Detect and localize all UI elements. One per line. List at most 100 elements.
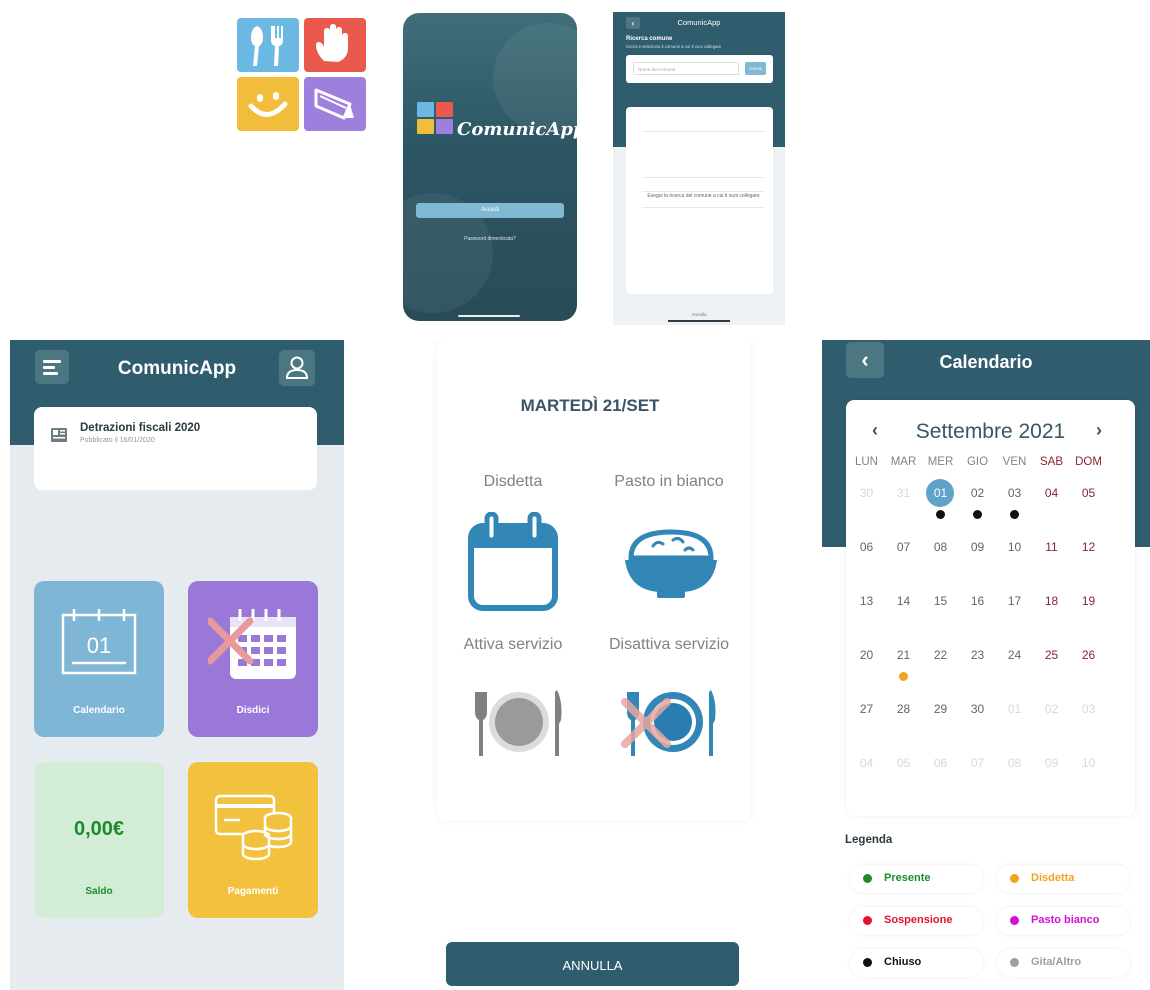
cancel-button[interactable]: ANNULLA xyxy=(446,942,739,986)
cancel-tile[interactable]: Disdici xyxy=(188,581,318,737)
option-label-plain-meal: Pasto in bianco xyxy=(614,473,724,490)
municipality-search-input[interactable]: Nome del comune xyxy=(633,62,739,75)
calendar-day[interactable]: 04 xyxy=(848,756,885,770)
calendar-day[interactable]: 19 xyxy=(1070,594,1107,608)
calendar-day[interactable]: 03 xyxy=(1070,702,1107,716)
month-title: Settembre 2021 xyxy=(915,420,1066,443)
calendar-day[interactable]: 04 xyxy=(1033,486,1070,500)
calendar-day[interactable]: 06 xyxy=(922,756,959,770)
calendar-day[interactable]: 23 xyxy=(959,648,996,662)
plate-icon[interactable] xyxy=(471,686,565,758)
calendar-day[interactable]: 18 xyxy=(1033,594,1070,608)
calendar-day[interactable]: 21 xyxy=(885,648,922,662)
calendar-day[interactable]: 02 xyxy=(1033,702,1070,716)
calendar-day[interactable]: 14 xyxy=(885,594,922,608)
calendar-day[interactable]: 22 xyxy=(922,648,959,662)
calendar-day[interactable]: 11 xyxy=(1033,540,1070,554)
option-label-cancel: Disdetta xyxy=(483,473,543,490)
hand-icon xyxy=(304,18,366,72)
calendar-day[interactable]: 28 xyxy=(885,702,922,716)
calendar-tile[interactable]: 01 Calendario xyxy=(34,581,164,737)
balance-tile-label: Saldo xyxy=(85,886,113,897)
option-label-deactivate: Disattiva servizio xyxy=(608,636,730,653)
calendar-day[interactable]: 08 xyxy=(996,756,1033,770)
calendar-icon[interactable] xyxy=(467,511,559,612)
calendar-day[interactable]: 27 xyxy=(848,702,885,716)
weekday-sab: SAB xyxy=(1039,456,1063,468)
rice-bowl-icon[interactable] xyxy=(623,526,719,600)
calendar-day[interactable]: 05 xyxy=(885,756,922,770)
legend-dot xyxy=(863,958,872,967)
calendar-day[interactable]: 10 xyxy=(996,540,1033,554)
payments-tile-label: Pagamenti xyxy=(227,886,279,897)
calendar-day[interactable]: 05 xyxy=(1070,486,1107,500)
balance-tile[interactable]: 0,00€ Saldo xyxy=(34,762,164,918)
calendar-day[interactable]: 24 xyxy=(996,648,1033,662)
legend-label: Presente xyxy=(884,872,931,884)
payments-tile[interactable]: Pagamenti xyxy=(188,762,318,918)
legend-label: Chiuso xyxy=(884,956,922,968)
screen-title: ComunicApp xyxy=(677,18,721,27)
calendar-day[interactable]: 03 xyxy=(996,486,1033,500)
calendar-day[interactable]: 06 xyxy=(848,540,885,554)
app-logo-small xyxy=(417,102,453,134)
calendar-day[interactable]: 07 xyxy=(959,756,996,770)
calendar-day[interactable]: 01 xyxy=(996,702,1033,716)
user-icon[interactable] xyxy=(279,350,315,386)
forgot-password-link[interactable]: Password dimenticata? xyxy=(403,236,577,242)
legend-item: Chiuso xyxy=(850,949,983,977)
legend-item: Presente xyxy=(850,865,983,893)
brand-title: ComunicApp xyxy=(457,119,577,140)
calendar-day[interactable]: 09 xyxy=(959,540,996,554)
calendar-day[interactable]: 08 xyxy=(922,540,959,554)
legend-dot xyxy=(1010,916,1019,925)
home-indicator xyxy=(668,320,730,322)
calendar-day[interactable]: 02 xyxy=(959,486,996,500)
calendar-day[interactable]: 30 xyxy=(959,702,996,716)
legend-label: Gita/Altro xyxy=(1031,956,1082,968)
calendar-day[interactable]: 16 xyxy=(959,594,996,608)
calendar-day[interactable]: 29 xyxy=(922,702,959,716)
status-dot xyxy=(899,672,908,681)
calendar-day[interactable]: 12 xyxy=(1070,540,1107,554)
calendar-day[interactable]: 15 xyxy=(922,594,959,608)
cancel-link[interactable]: Annulla xyxy=(613,312,785,317)
calendar-day[interactable]: 10 xyxy=(1070,756,1107,770)
calendar-day[interactable]: 07 xyxy=(885,540,922,554)
search-button[interactable]: Cerca xyxy=(745,62,766,75)
status-dot xyxy=(936,510,945,519)
plate-cancel-icon[interactable] xyxy=(619,686,719,758)
calendar-day[interactable]: 17 xyxy=(996,594,1033,608)
empty-message: Esegui la ricerca del comune a cui ti vu… xyxy=(647,193,760,199)
cancel-tile-label: Disdici xyxy=(236,705,270,716)
newspaper-icon xyxy=(50,426,68,444)
status-dot xyxy=(973,510,982,519)
smile-icon xyxy=(237,77,299,131)
legend-label: Pasto bianco xyxy=(1031,914,1100,926)
calendar-day[interactable]: 31 xyxy=(885,486,922,500)
legend-item: Pasto bianco xyxy=(997,907,1130,935)
login-button[interactable]: Accedi xyxy=(416,203,564,218)
calendar-day[interactable]: 13 xyxy=(848,594,885,608)
calendar-day[interactable]: 30 xyxy=(848,486,885,500)
option-label-activate: Attiva servizio xyxy=(463,636,563,653)
calendar-day[interactable]: 09 xyxy=(1033,756,1070,770)
balance-value: 0,00€ xyxy=(73,818,125,840)
search-card: Nome del comune Cerca xyxy=(626,55,773,83)
news-title: Detrazioni fiscali 2020 xyxy=(80,422,201,434)
legend-label: Disdetta xyxy=(1031,872,1075,884)
weekday-mer: MER xyxy=(927,456,954,468)
calendar-day: 01 xyxy=(86,633,112,658)
next-month-icon[interactable]: › xyxy=(1096,420,1102,441)
news-card[interactable]: Detrazioni fiscali 2020 Pubblicato il 16… xyxy=(34,407,317,490)
calendar-day[interactable]: 26 xyxy=(1070,648,1107,662)
calendar-card: ‹ Settembre 2021 › LUN MAR MER GIO VEN SAB DOM… xyxy=(846,400,1135,816)
calendar-day[interactable]: 25 xyxy=(1033,648,1070,662)
calendar-day[interactable]: 01 xyxy=(922,486,959,500)
search-screen: ‹ ComunicApp Ricerca comune Cerca e sele… xyxy=(613,12,785,325)
cutlery-icon xyxy=(237,18,299,72)
calendar-tile-label: Calendario xyxy=(73,705,125,716)
calendar-day[interactable]: 20 xyxy=(848,648,885,662)
splash-screen: ComunicApp Accedi Password dimenticata? xyxy=(403,13,577,321)
selected-date: MARTEDÌ 21/SET xyxy=(520,396,660,415)
